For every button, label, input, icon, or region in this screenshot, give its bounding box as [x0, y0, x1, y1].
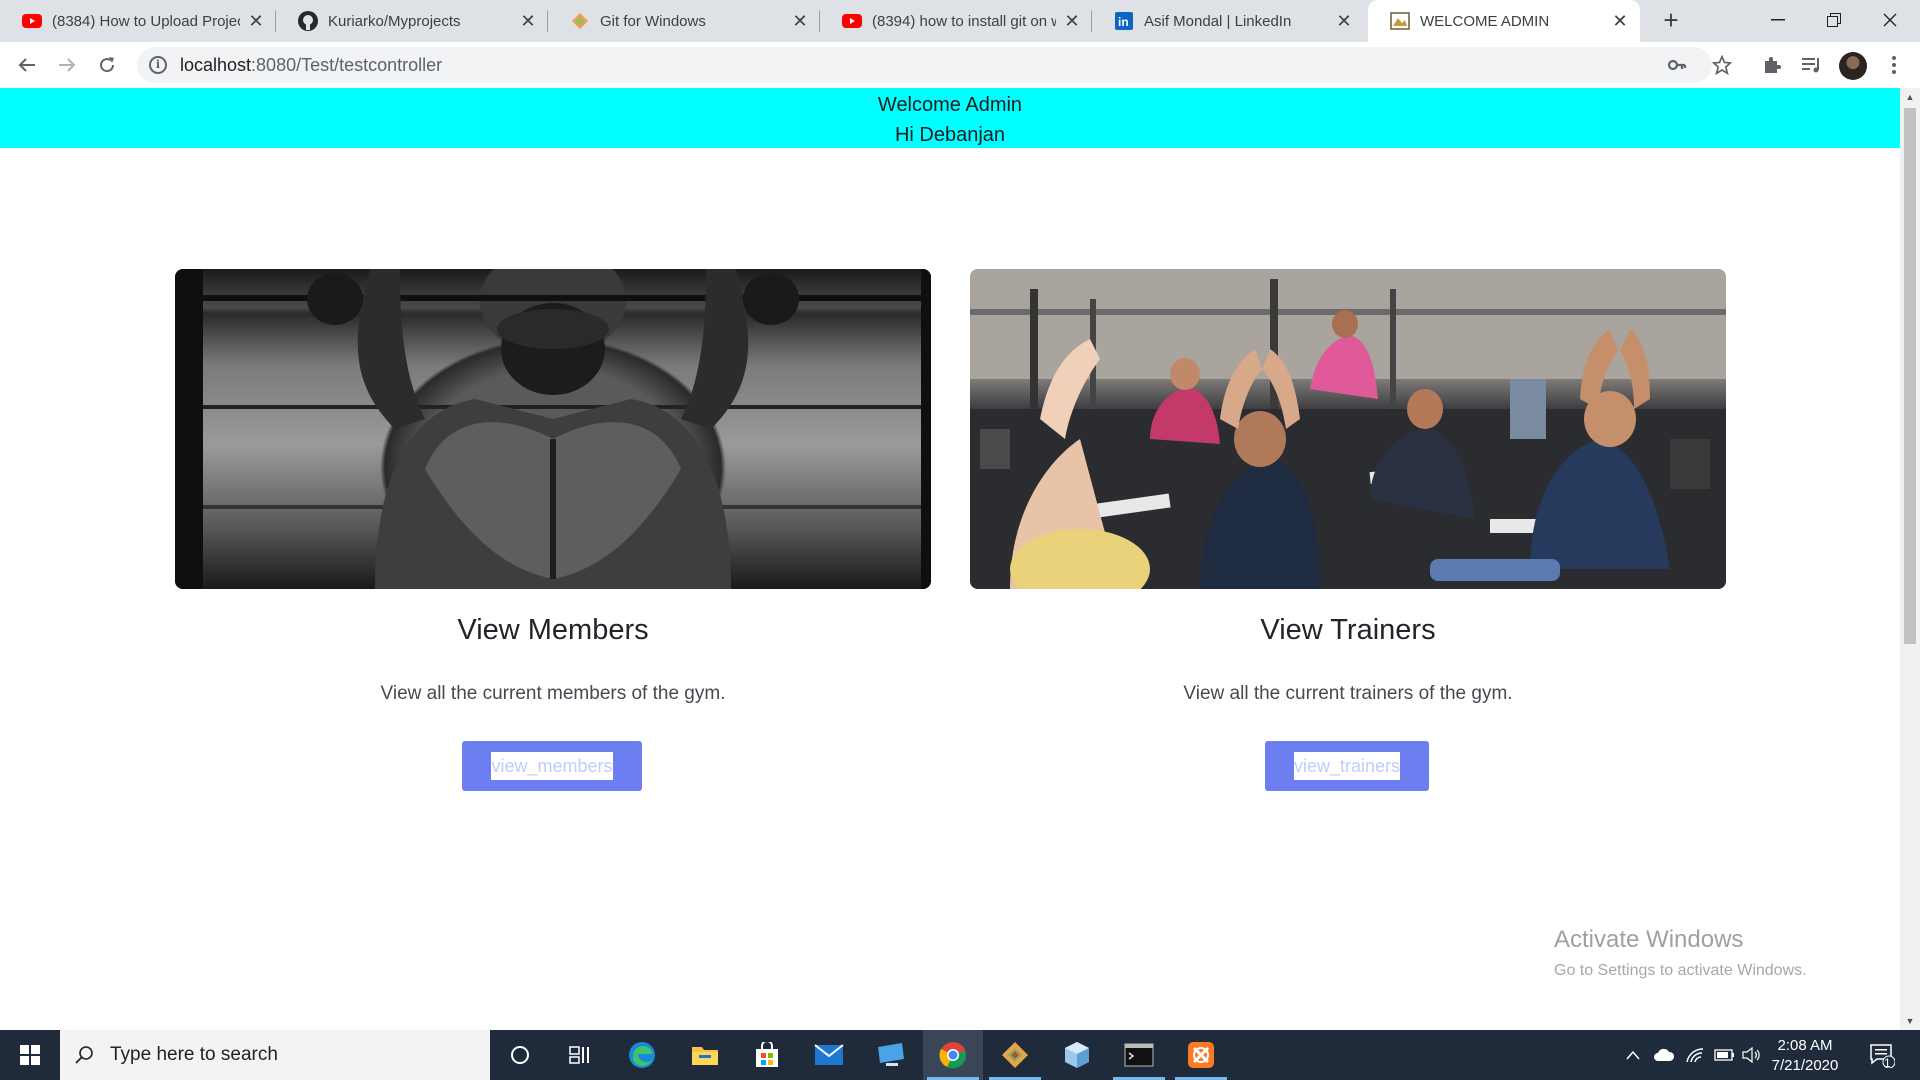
tab-install-git[interactable]: (8394) how to install git on w ✕ — [820, 0, 1092, 42]
linkedin-icon: in — [1114, 11, 1134, 31]
members-card-image — [175, 269, 931, 589]
windows-logo-icon — [20, 1045, 40, 1065]
chrome-taskbar-icon[interactable] — [923, 1030, 983, 1080]
search-icon — [74, 1045, 94, 1065]
tab-github-myprojects[interactable]: Kuriarko/Myprojects ✕ — [276, 0, 548, 42]
new-tab-button[interactable]: + — [1655, 5, 1687, 37]
mail-icon[interactable] — [799, 1030, 859, 1080]
activate-windows-watermark: Activate Windows Go to Settings to activ… — [1554, 926, 1807, 980]
tab-title: Kuriarko/Myprojects — [328, 12, 461, 30]
clock-date: 7/21/2020 — [1771, 1057, 1839, 1074]
reload-button[interactable] — [90, 48, 124, 82]
wifi-icon[interactable] — [1682, 1030, 1708, 1080]
trainers-card-image — [970, 269, 1726, 589]
browser-toolbar: i localhost:8080/Test/testcontroller — [0, 42, 1920, 88]
key-icon[interactable] — [1667, 55, 1687, 80]
reload-icon — [100, 57, 115, 73]
close-tab-icon[interactable]: ✕ — [518, 11, 538, 32]
tab-git-for-windows[interactable]: Git for Windows ✕ — [548, 0, 820, 42]
view-members-button[interactable]: view_members — [462, 741, 642, 791]
cortana-icon[interactable] — [490, 1030, 550, 1080]
tab-title: Git for Windows — [600, 12, 706, 30]
welcome-banner: Welcome Admin Hi Debanjan — [0, 88, 1900, 148]
close-window-button[interactable] — [1862, 0, 1918, 40]
close-tab-icon[interactable]: ✕ — [1062, 11, 1082, 32]
youtube-icon — [842, 11, 862, 31]
url-text[interactable]: localhost:8080/Test/testcontroller — [180, 55, 442, 76]
minimize-button[interactable] — [1750, 0, 1806, 40]
close-tab-icon[interactable]: ✕ — [790, 11, 810, 32]
url-host: localhost — [180, 54, 252, 75]
bookmark-star-icon[interactable] — [1706, 49, 1738, 81]
watermark-subtitle: Go to Settings to activate Windows. — [1554, 962, 1807, 979]
tab-title: Asif Mondal | LinkedIn — [1144, 12, 1292, 30]
tab-welcome-admin[interactable]: WELCOME ADMIN ✕ — [1368, 0, 1640, 42]
browser-tab-strip: (8384) How to Upload Projec ✕ Kuriarko/M… — [0, 0, 1920, 42]
back-button[interactable] — [10, 48, 44, 82]
extensions-puzzle-icon[interactable] — [1756, 49, 1788, 81]
xampp-icon[interactable] — [1171, 1030, 1231, 1080]
chrome-menu-icon[interactable] — [1878, 49, 1910, 81]
clock-time: 2:08 AM — [1777, 1037, 1833, 1054]
watermark-title: Activate Windows — [1554, 926, 1744, 953]
page-icon — [1390, 11, 1410, 31]
banner-greeting-text: Hi Debanjan — [894, 124, 1006, 146]
close-tab-icon[interactable]: ✕ — [1610, 11, 1630, 32]
show-hidden-icons-chevron-icon[interactable] — [1620, 1030, 1646, 1080]
svg-text:in: in — [1118, 15, 1129, 29]
close-tab-icon[interactable]: ✕ — [1334, 11, 1354, 32]
members-card-description: View all the current members of the gym. — [380, 683, 726, 704]
tab-title: WELCOME ADMIN — [1420, 12, 1550, 30]
start-button[interactable] — [0, 1030, 60, 1080]
windows-taskbar: Type here to search 2:08 AM 7/21/2020 1 — [0, 1030, 1920, 1080]
url-path: :8080/Test/testcontroller — [251, 54, 443, 75]
notifications-button[interactable]: 1 — [1862, 1030, 1902, 1080]
git-icon[interactable] — [985, 1030, 1045, 1080]
tab-title: (8384) How to Upload Projec — [52, 12, 240, 30]
scroll-up-arrow-icon[interactable]: ▲ — [1900, 88, 1920, 106]
scrollbar-thumb[interactable] — [1904, 108, 1916, 644]
address-bar[interactable]: i localhost:8080/Test/testcontroller — [137, 47, 1712, 83]
task-view-icon[interactable] — [550, 1030, 610, 1080]
taskbar-clock[interactable]: 2:08 AM 7/21/2020 — [1760, 1036, 1850, 1076]
edge-browser-icon[interactable] — [612, 1030, 672, 1080]
search-placeholder: Type here to search — [110, 1044, 278, 1065]
3d-builder-icon[interactable] — [1047, 1030, 1107, 1080]
members-card-title: View Members — [457, 614, 649, 646]
scroll-down-arrow-icon[interactable]: ▼ — [1900, 1012, 1920, 1030]
onedrive-cloud-icon[interactable] — [1650, 1030, 1678, 1080]
site-info-icon[interactable]: i — [149, 56, 167, 74]
media-queue-icon[interactable] — [1795, 49, 1827, 81]
terminal-icon[interactable] — [1109, 1030, 1169, 1080]
microsoft-store-icon[interactable] — [737, 1030, 797, 1080]
youtube-icon — [22, 11, 42, 31]
page-scrollbar[interactable]: ▲ ▼ — [1900, 88, 1920, 1030]
back-arrow-icon — [18, 58, 35, 72]
profile-avatar[interactable] — [1839, 52, 1867, 80]
page-viewport: Welcome Admin Hi Debanjan View Members V… — [0, 88, 1900, 1030]
trainers-card-title: View Trainers — [1260, 614, 1436, 646]
view-trainers-button[interactable]: view_trainers — [1265, 741, 1429, 791]
forward-arrow-icon — [59, 58, 76, 72]
remote-desktop-icon[interactable] — [861, 1030, 921, 1080]
action-center-icon — [1870, 1044, 1895, 1068]
view-members-button-label: view_members — [491, 752, 613, 780]
taskbar-search-box[interactable]: Type here to search — [60, 1030, 490, 1080]
tab-title: (8394) how to install git on w — [872, 12, 1056, 30]
github-icon — [298, 11, 318, 31]
tab-linkedin[interactable]: in Asif Mondal | LinkedIn ✕ — [1092, 0, 1364, 42]
view-trainers-button-label: view_trainers — [1293, 752, 1401, 780]
file-explorer-icon[interactable] — [675, 1030, 735, 1080]
restore-button[interactable] — [1806, 0, 1862, 40]
trainers-card-description: View all the current trainers of the gym… — [1183, 683, 1513, 704]
forward-button[interactable] — [50, 48, 84, 82]
notification-count: 1 — [1884, 1056, 1891, 1070]
tab-upload-project[interactable]: (8384) How to Upload Projec ✕ — [0, 0, 276, 42]
battery-icon[interactable] — [1712, 1030, 1738, 1080]
close-tab-icon[interactable]: ✕ — [246, 11, 266, 32]
banner-welcome-text: Welcome Admin — [877, 94, 1023, 116]
git-for-windows-icon — [570, 11, 590, 31]
